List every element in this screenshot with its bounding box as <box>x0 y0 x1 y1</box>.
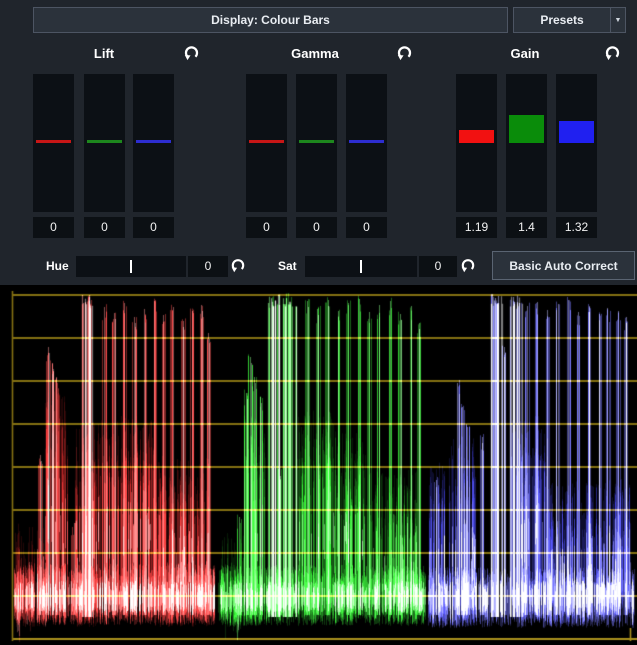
slider-fill <box>136 140 171 143</box>
gain-green-value[interactable]: 1.4 <box>506 217 547 238</box>
gamma-blue-value[interactable]: 0 <box>346 217 387 238</box>
presets-button[interactable]: Presets <box>514 8 610 32</box>
lift-blue-value[interactable]: 0 <box>133 217 174 238</box>
sat-reset-icon[interactable] <box>460 257 476 273</box>
hue-label: Hue <box>46 259 69 273</box>
hue-slider[interactable] <box>76 256 186 277</box>
gamma-green-value[interactable]: 0 <box>296 217 337 238</box>
hue-slider-thumb[interactable] <box>130 260 132 273</box>
sat-slider[interactable] <box>305 256 417 277</box>
display-colour-bars-button[interactable]: Display: Colour Bars <box>33 7 508 33</box>
sat-value[interactable]: 0 <box>419 256 457 277</box>
lift-reset-icon[interactable] <box>183 44 200 61</box>
gain-red-value[interactable]: 1.19 <box>456 217 497 238</box>
slider-fill <box>87 140 122 143</box>
hue-value[interactable]: 0 <box>188 256 228 277</box>
slider-fill <box>299 140 334 143</box>
lift-red-slider[interactable] <box>33 74 74 212</box>
slider-fill <box>349 140 384 143</box>
gamma-red-slider[interactable] <box>246 74 287 212</box>
presets-split-button: Presets ▼ <box>513 7 626 33</box>
lift-green-slider[interactable] <box>84 74 125 212</box>
rgb-parade-scope <box>0 285 637 645</box>
gain-red-slider[interactable] <box>456 74 497 212</box>
gain-blue-value[interactable]: 1.32 <box>556 217 597 238</box>
slider-fill <box>459 130 494 143</box>
gamma-red-value[interactable]: 0 <box>246 217 287 238</box>
gain-section-label: Gain <box>475 46 575 61</box>
gamma-reset-icon[interactable] <box>396 44 413 61</box>
slider-fill <box>509 115 544 143</box>
hue-reset-icon[interactable] <box>230 257 246 273</box>
gain-reset-icon[interactable] <box>604 44 621 61</box>
lift-red-value[interactable]: 0 <box>33 217 74 238</box>
presets-dropdown-arrow-icon[interactable]: ▼ <box>610 8 625 32</box>
gamma-section-label: Gamma <box>265 46 365 61</box>
slider-fill <box>559 121 594 143</box>
gamma-blue-slider[interactable] <box>346 74 387 212</box>
lift-section-label: Lift <box>54 46 154 61</box>
gain-green-slider[interactable] <box>506 74 547 212</box>
slider-fill <box>249 140 284 143</box>
lift-green-value[interactable]: 0 <box>84 217 125 238</box>
gain-blue-slider[interactable] <box>556 74 597 212</box>
lift-blue-slider[interactable] <box>133 74 174 212</box>
sat-label: Sat <box>278 259 297 273</box>
colour-correct-panel: Display: Colour Bars Presets ▼ Lift Gamm… <box>0 0 637 645</box>
slider-fill <box>36 140 71 143</box>
sat-slider-thumb[interactable] <box>360 260 362 273</box>
basic-auto-correct-button[interactable]: Basic Auto Correct <box>492 251 635 280</box>
gamma-green-slider[interactable] <box>296 74 337 212</box>
